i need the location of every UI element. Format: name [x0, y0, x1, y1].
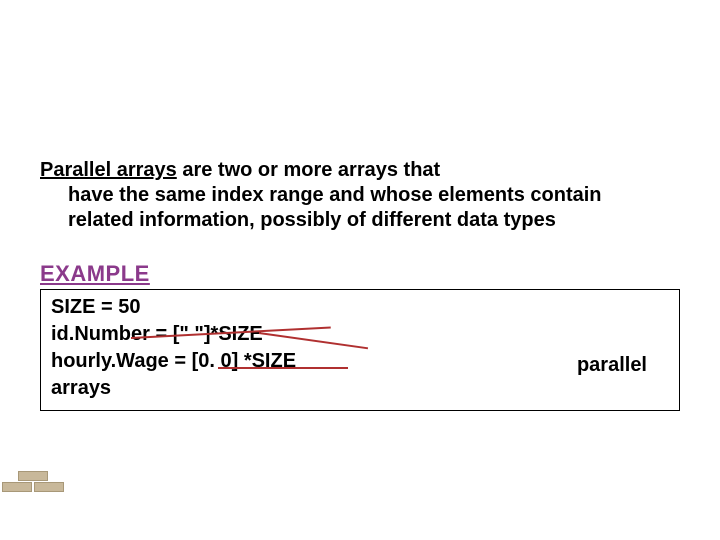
strike-annotation-icon — [218, 367, 348, 369]
parallel-label: parallel — [577, 352, 647, 379]
strike-annotation-icon — [258, 332, 367, 349]
code-line-1: SIZE = 50 — [51, 294, 669, 321]
code-example-box: SIZE = 50 id.Number = [" "]*SIZE hourly.… — [40, 289, 680, 411]
definition-rest-line1: are two or more arrays that — [177, 159, 440, 181]
example-heading: EXAMPLE — [40, 261, 680, 287]
code-line-2-wrap: id.Number = [" "]*SIZE — [51, 321, 263, 348]
bricks-decoration-icon — [0, 464, 70, 492]
brick-icon — [2, 482, 32, 492]
code-line-4: arrays — [51, 375, 669, 402]
brick-icon — [34, 482, 64, 492]
term-parallel-arrays: Parallel arrays — [40, 159, 177, 181]
code-line-3-wrap: hourly.Wage = [0. 0] *SIZE — [51, 348, 296, 375]
code-line-2: id.Number = [" "]*SIZE — [51, 323, 263, 345]
brick-icon — [18, 471, 48, 481]
slide-content: Parallel arrays are two or more arrays t… — [40, 158, 680, 411]
definition-continuation: have the same index range and whose elem… — [40, 183, 640, 233]
definition-paragraph: Parallel arrays are two or more arrays t… — [40, 158, 680, 233]
